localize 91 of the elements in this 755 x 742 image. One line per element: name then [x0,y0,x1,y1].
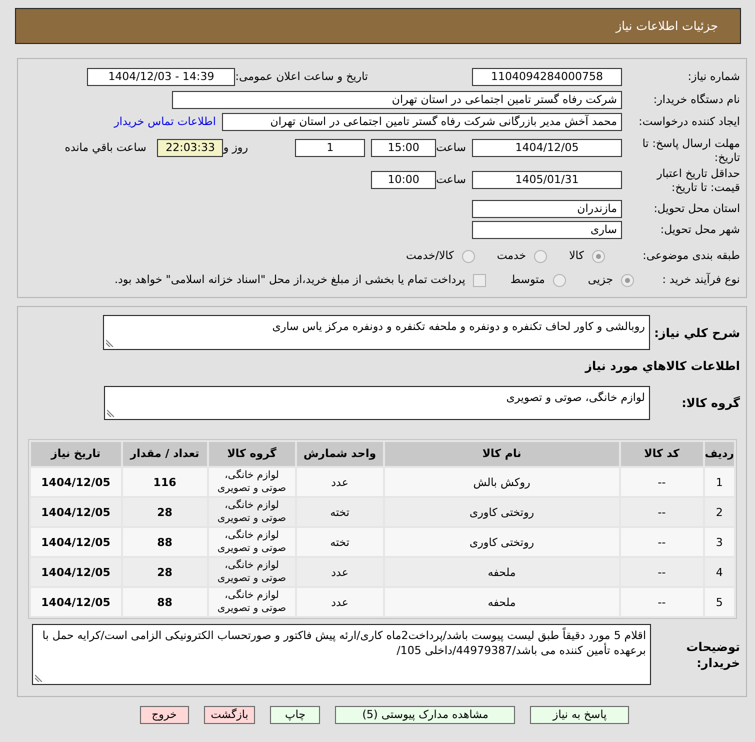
field-label: استان محل تحویل: [652,200,740,217]
resize-grip-icon[interactable] [107,409,115,417]
column-header: گروه کالا [208,442,295,466]
column-header: تعداد / مقدار [122,442,207,466]
field-label: طبقه بندی موضوعی: [642,248,740,264]
field-label: نام دستگاه خریدار: [652,92,740,108]
table-cell: عدد [296,588,383,616]
table-cell: لوازم خانگی، صوتی و تصویری [208,468,295,496]
field-label: روز و [223,140,248,156]
field-label: ایجاد کننده درخواست: [638,114,740,130]
input-field[interactable]: 10:00 [371,171,436,189]
contact-link[interactable]: اطلاعات تماس خریدار [114,114,216,130]
input-field[interactable]: 1404/12/05 [472,139,622,157]
field-label: پرداخت تمام یا بخشی از مبلغ خرید،از محل "اسناد خزانه اسلامی" خواهد بود. [114,272,466,288]
field-label: ساعت [436,172,466,188]
table-cell: 116 [122,468,207,496]
table-cell: 1404/12/05 [30,528,121,556]
field-label: شهر محل تحویل: [659,222,740,238]
field-label: شرح کلي نياز: [653,324,740,342]
input-field[interactable]: شرکت رفاه گستر تامین اجتماعی در استان تهران [172,91,622,109]
field-label: شماره نیاز: [686,68,740,85]
field-label: کالا [569,248,584,264]
table-cell: 88 [122,528,207,556]
field-label: خدمت [496,248,526,264]
resize-grip-icon[interactable] [35,674,43,682]
field-label: ساعت باقي مانده [64,140,146,156]
table-cell: 1404/12/05 [30,558,121,586]
table-cell: -- [620,498,703,526]
column-header: ردیف [704,442,734,466]
field-label: تاریخ و ساعت اعلان عمومی: [235,68,368,85]
table-cell: روکش بالش [384,468,619,496]
print-button[interactable]: چاپ [270,706,320,724]
field-label: کالا/خدمت [406,248,454,264]
table-cell: -- [620,468,703,496]
table-cell: -- [620,588,703,616]
table-cell: 28 [122,558,207,586]
table-cell: تخته [296,528,383,556]
input-field[interactable]: 22:03:33 [157,139,224,157]
table-cell: 2 [704,498,734,526]
attachments-button[interactable]: مشاهده مدارک پیوستی (5) [335,706,516,724]
field-label: متوسط [510,272,545,288]
field-label: جزیی [588,272,613,288]
column-header: نام کالا [384,442,619,466]
table-cell: عدد [296,558,383,586]
input-field[interactable]: 1405/01/31 [472,171,622,189]
reply-button[interactable]: پاسخ به نیاز [530,706,630,724]
field-label: حداقل تاریخ اعتبار قیمت: تا تاریخ: [656,167,740,195]
input-field[interactable]: 1104094284000758 [472,68,622,86]
column-header: کد کالا [620,442,703,466]
field-label: توضیحات خریدار: [685,638,740,670]
table-cell: -- [620,528,703,556]
table-cell: 88 [122,588,207,616]
table-cell: 3 [704,528,734,556]
input-field[interactable]: 1 [295,139,366,157]
input-field[interactable]: محمد آخش مدیر بازرگانی شرکت رفاه گستر تامین اجتماعی در استان تهران [222,113,622,131]
field-label: نوع فرآیند خرید : [661,272,740,288]
table-cell: عدد [296,468,383,496]
column-header: تاریخ نیاز [30,442,121,466]
table-cell: 4 [704,558,734,586]
input-field[interactable]: 1404/12/03 - 14:39 [87,68,236,86]
table-cell: 1404/12/05 [30,468,121,496]
table-cell: لوازم خانگی، صوتی و تصویری [208,528,295,556]
exit-button[interactable]: خروج [140,706,189,724]
page-title: جزئیات اطلاعات نیاز [616,18,718,35]
table-cell: تخته [296,498,383,526]
table-cell: 5 [704,588,734,616]
input-field[interactable]: مازندران [472,200,622,218]
description-field[interactable]: روبالشی و کاور لحاف تکنفره و دونفره و ملحفه تکنفره و دونفره مرکز یاس ساری [103,315,650,350]
table-cell: -- [620,558,703,586]
table-cell: لوازم خانگی، صوتی و تصویری [208,588,295,616]
product-group-field[interactable]: لوازم خانگی، صوتی و تصویری [104,386,650,420]
table-cell: ملحفه [384,558,619,586]
table-cell: روتختی کاوری [384,498,619,526]
table-cell: 28 [122,498,207,526]
back-button[interactable]: بازگشت [204,706,256,724]
table-cell: روتختی کاوری [384,528,619,556]
section-heading: اطلاعات کالاهاي مورد نياز [584,358,740,374]
notes-field[interactable]: اقلام 5 مورد دقیقاً طبق لیست پیوست باشد/پرداخت2ماه کاری/ارئه پیش فاکتور و صورتحساب الکترونیکی الزامی است/کرایه حمل با برعهده تأمین کننده می باشد/44979387/داخلی 105/ [32,624,651,685]
table-cell: 1404/12/05 [30,498,121,526]
table-cell: ملحفه [384,588,619,616]
input-field[interactable]: ساری [472,221,622,239]
resize-grip-icon[interactable] [106,339,114,347]
column-header: واحد شمارش [296,442,383,466]
field-label: مهلت ارسال پاسخ: تا تاریخ: [641,137,740,165]
field-label: ساعت [436,140,466,156]
table-cell: 1 [704,468,734,496]
input-field[interactable]: 15:00 [371,139,436,157]
table-cell: لوازم خانگی، صوتی و تصویری [208,558,295,586]
table-cell: لوازم خانگی، صوتی و تصویری [208,498,295,526]
field-label: گروه کالا: [680,395,740,412]
table-cell: 1404/12/05 [30,588,121,616]
